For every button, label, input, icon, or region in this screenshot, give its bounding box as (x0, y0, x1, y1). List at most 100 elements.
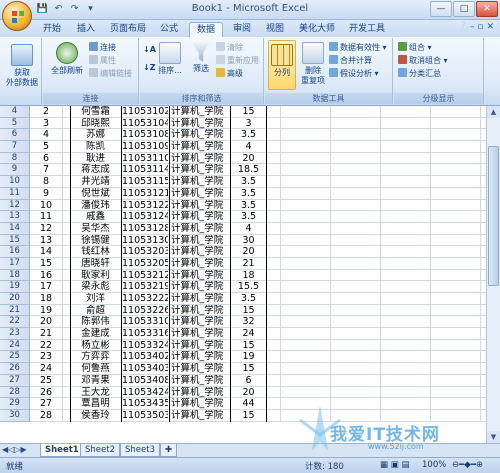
cell-id[interactable]: 11053219 (121, 281, 168, 293)
tab-insert[interactable]: 插入 (72, 22, 100, 37)
cell-n[interactable]: 4 (30, 129, 62, 141)
row-header[interactable]: 22 (0, 316, 30, 329)
cell-v[interactable]: 15 (230, 106, 266, 118)
row-header[interactable]: 16 (0, 246, 30, 258)
cell-name[interactable]: 刘洋 (70, 293, 120, 305)
cell-dept[interactable]: 计算机_学院 (169, 374, 229, 387)
cell-name[interactable]: 金建成 (70, 328, 120, 340)
cell-v[interactable]: 6 (230, 374, 266, 387)
help-icon[interactable]: ❔ – ▫ ✕ (456, 22, 494, 32)
cell-id[interactable]: 11053104 (121, 117, 168, 130)
tab-developer[interactable]: 开发工具 (345, 22, 389, 37)
ungroup-button[interactable]: 取消组合 ▾ (398, 55, 448, 66)
row-header[interactable]: 14 (0, 222, 30, 235)
cell-name[interactable]: 耿进 (70, 152, 120, 165)
close-button[interactable]: ✕ (476, 1, 498, 17)
row-header[interactable]: 6 (0, 129, 30, 142)
row-header[interactable]: 21 (0, 304, 30, 317)
row-header[interactable]: 20 (0, 293, 30, 305)
tab-review[interactable]: 审阅 (228, 22, 256, 37)
row-header[interactable]: 9 (0, 164, 30, 177)
cell-name[interactable]: 邓青果 (70, 374, 120, 387)
data-validation-button[interactable]: 数据有效性 ▾ (329, 42, 387, 53)
cell-name[interactable]: 邱晓熙 (70, 117, 120, 130)
insert-sheet-icon[interactable]: ✚ (160, 444, 178, 457)
cell-dept[interactable]: 计算机_学院 (169, 187, 229, 200)
row-header[interactable]: 13 (0, 211, 30, 223)
row-header[interactable]: 27 (0, 374, 30, 387)
clear-button[interactable]: 清除 (216, 42, 243, 53)
cell-id[interactable]: 11053114 (121, 164, 168, 177)
cell-name[interactable]: 唐晓轩 (70, 257, 120, 270)
connections-button[interactable]: 连接 (89, 42, 116, 53)
edit-links-button[interactable]: 编辑链接 (89, 68, 132, 79)
cell-name[interactable]: 耿家利 (70, 269, 120, 282)
cell-name[interactable]: 何雪霜 (70, 106, 120, 118)
cell-v[interactable]: 15 (230, 304, 266, 317)
cell-name[interactable]: 徐锡健 (70, 234, 120, 247)
cell-id[interactable]: 11053124 (121, 211, 168, 223)
cell-v[interactable]: 15 (230, 409, 266, 422)
group-button[interactable]: 组合 ▾ (398, 42, 432, 53)
cell-id[interactable]: 11053109 (121, 141, 168, 153)
subtotal-button[interactable]: 分类汇总 (398, 68, 441, 79)
sort-button[interactable]: 排序... (156, 42, 184, 76)
cell-id[interactable]: 11053130 (121, 234, 168, 247)
cell-v[interactable]: 4 (230, 222, 266, 235)
row-header[interactable]: 19 (0, 281, 30, 293)
refresh-all-button[interactable]: 全部刷新 (47, 42, 87, 76)
cell-n[interactable]: 11 (30, 211, 62, 223)
cell-dept[interactable]: 计算机_学院 (169, 304, 229, 317)
cell-name[interactable]: 陈郭伟 (70, 316, 120, 329)
cell-v[interactable]: 44 (230, 398, 266, 410)
tab-page-layout[interactable]: 页面布局 (106, 22, 150, 37)
worksheet-grid[interactable]: 4 5 6 7 8 9 10 11 12 13 14 15 16 17 18 19 20 21 22 23 24 25 26… (0, 106, 500, 443)
cell-dept[interactable]: 计算机_学院 (169, 211, 229, 223)
cell-name[interactable]: 梁永彪 (70, 281, 120, 293)
cell-n[interactable]: 18 (30, 293, 62, 305)
cell-n[interactable]: 24 (30, 363, 62, 375)
zoom-slider[interactable]: ⊖━◆━⊕ (452, 460, 483, 470)
cell-area[interactable]: 2 何雪霜 11053102 计算机_学院 15 3 邱晓熙 11053104 计算机_学院 3 4… (30, 106, 500, 422)
sheet-nav-icon[interactable]: ◀◁▷▶ (2, 445, 27, 454)
cell-v[interactable]: 32 (230, 316, 266, 329)
cell-dept[interactable]: 计算机_学院 (169, 293, 229, 305)
row-header[interactable]: 7 (0, 141, 30, 153)
cell-dept[interactable]: 计算机_学院 (169, 363, 229, 375)
cell-v[interactable]: 15.5 (230, 281, 266, 293)
cell-dept[interactable]: 计算机_学院 (169, 199, 229, 212)
cell-id[interactable]: 11053108 (121, 129, 168, 142)
cell-n[interactable]: 2 (30, 106, 62, 118)
tab-formulas[interactable]: 公式 (155, 22, 183, 37)
cell-n[interactable]: 28 (30, 410, 62, 422)
cell-n[interactable]: 13 (30, 235, 62, 247)
remove-duplicates-button[interactable]: 删除 重复项 (298, 42, 328, 86)
cell-n[interactable]: 9 (30, 188, 62, 200)
cell-dept[interactable]: 计算机_学院 (169, 339, 229, 352)
row-header[interactable]: 18 (0, 269, 30, 282)
cell-name[interactable]: 侯香玲 (70, 409, 120, 422)
view-buttons-icon[interactable]: ▦ ▣ ▤ (380, 460, 410, 470)
cell-id[interactable]: 11053402 (121, 351, 168, 364)
cell-n[interactable]: 5 (30, 141, 62, 153)
cell-v[interactable]: 3.5 (230, 176, 266, 188)
cell-id[interactable]: 11053403 (121, 363, 168, 375)
cell-id[interactable]: 11053424 (121, 386, 168, 399)
scroll-down-arrow[interactable]: ▼ (487, 431, 500, 443)
cell-dept[interactable]: 计算机_学院 (169, 246, 229, 258)
row-header[interactable]: 11 (0, 187, 30, 200)
tab-data[interactable]: 数据 (189, 22, 223, 37)
cell-name[interactable]: 何鲁燕 (70, 363, 120, 375)
row-header[interactable]: 10 (0, 176, 30, 188)
cell-dept[interactable]: 计算机_学院 (169, 409, 229, 422)
cell-n[interactable]: 22 (30, 340, 62, 352)
cell-id[interactable]: 11053324 (121, 339, 168, 352)
row-header[interactable]: 28 (0, 386, 30, 399)
sheet-tab-2[interactable]: Sheet2 (80, 444, 120, 457)
sheet-tab-3[interactable]: Sheet3 (120, 444, 160, 457)
filter-button[interactable]: 筛选 (188, 42, 214, 74)
cell-v[interactable]: 30 (230, 234, 266, 247)
advanced-button[interactable]: 高级 (216, 68, 243, 79)
cell-id[interactable]: 11053205 (121, 257, 168, 270)
cell-v[interactable]: 24 (230, 328, 266, 340)
